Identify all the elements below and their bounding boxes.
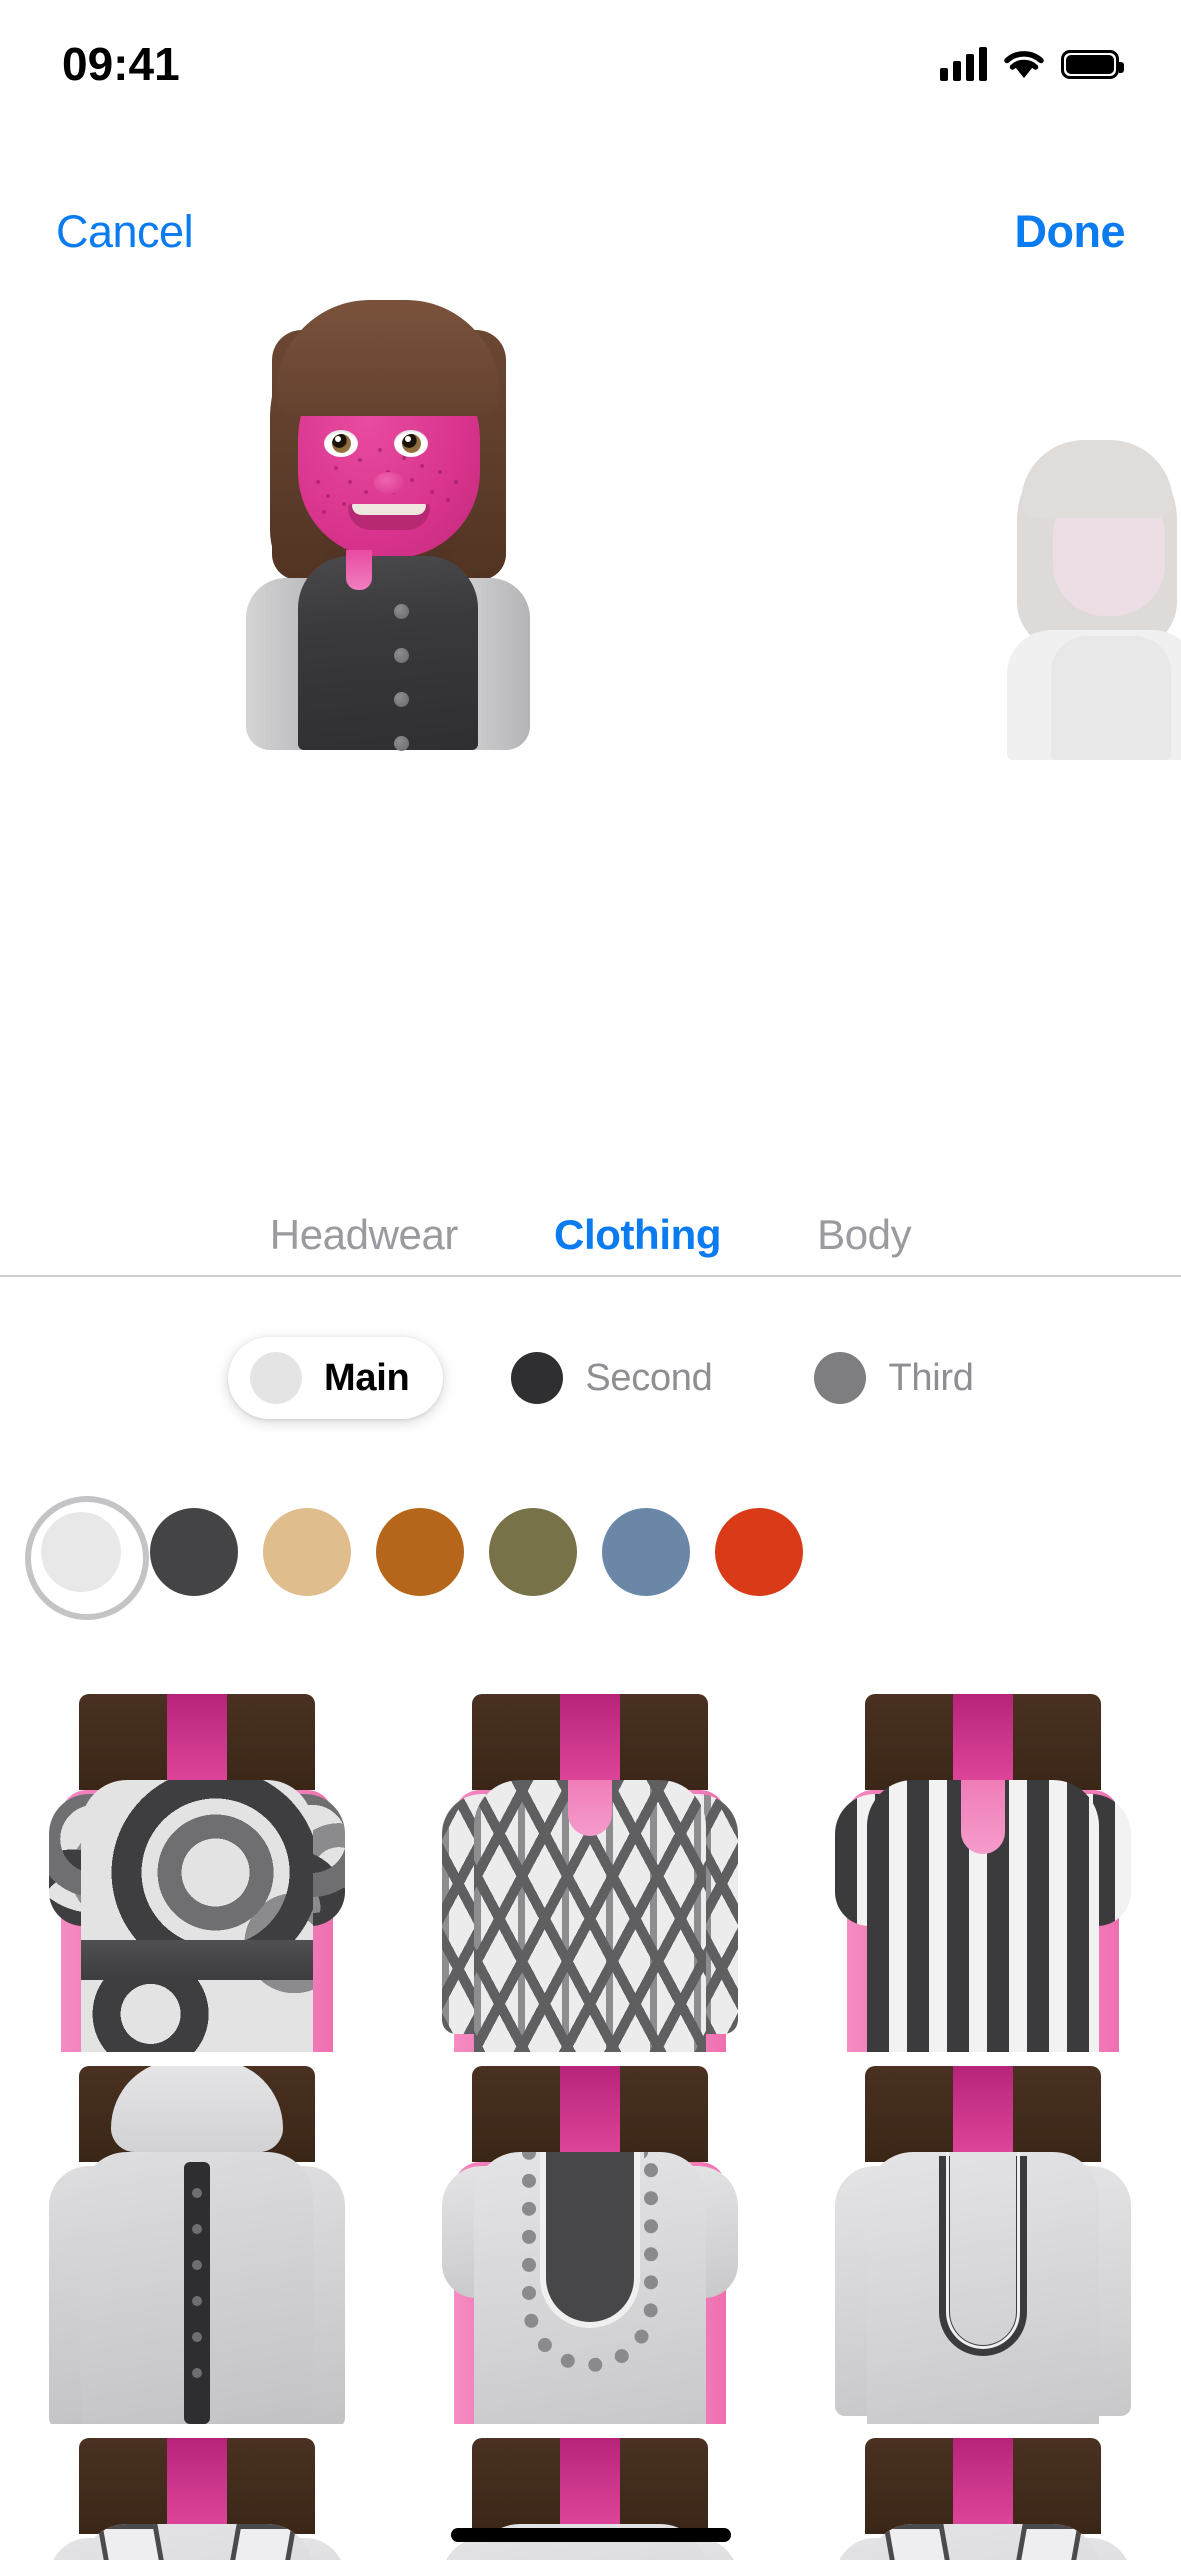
- memoji-editor-screen: 09:41 Cancel Done Headwear Clothing Body…: [0, 0, 1181, 2560]
- category-tabs: Headwear Clothing Body: [0, 1196, 1181, 1274]
- layer-label-main: Main: [324, 1356, 410, 1399]
- tab-clothing[interactable]: Clothing: [554, 1211, 721, 1259]
- swatch-fill: [488, 1508, 577, 1596]
- clothing-item-hooded-button-jacket[interactable]: [0, 2052, 393, 2424]
- clothing-thumbnail: [412, 1694, 768, 2052]
- clothing-item-lapel-robe-a[interactable]: [0, 2424, 393, 2560]
- clothing-thumbnail: [19, 1694, 375, 2052]
- swatch-fill: [714, 1508, 803, 1596]
- collar: [346, 550, 372, 590]
- ghost-vest: [1051, 636, 1171, 760]
- status-bar-icons: [940, 47, 1124, 81]
- layer-option-main[interactable]: Main: [228, 1337, 444, 1419]
- tab-body[interactable]: Body: [817, 1211, 912, 1259]
- color-swatch-red-orange[interactable]: [702, 1472, 815, 1632]
- vest: [298, 556, 478, 751]
- swatch-fill: [375, 1508, 464, 1596]
- tab-headwear[interactable]: Headwear: [270, 1211, 459, 1259]
- cancel-button[interactable]: Cancel: [56, 206, 194, 258]
- hair-bangs: [276, 300, 500, 416]
- color-swatch-rust[interactable]: [363, 1472, 476, 1632]
- color-swatch-olive[interactable]: [476, 1472, 589, 1632]
- clothing-thumbnail: [19, 2438, 375, 2560]
- layer-label-second: Second: [585, 1356, 713, 1399]
- clothing-item-outlined-placket-tunic[interactable]: [786, 2052, 1179, 2424]
- hood: [110, 2066, 283, 2152]
- clothing-item-vertical-stripe-vneck-top[interactable]: [786, 1680, 1179, 2052]
- clothing-row: [0, 1680, 1181, 2052]
- layer-swatch-second: [511, 1352, 564, 1404]
- memoji-figure: [228, 300, 548, 751]
- eye-right: [394, 430, 428, 457]
- clothing-item-lapel-robe-c[interactable]: [786, 2424, 1179, 2560]
- home-indicator[interactable]: [450, 2528, 731, 2542]
- color-swatch-row[interactable]: [0, 1448, 1181, 1656]
- wifi-icon: [1004, 51, 1044, 78]
- avatar[interactable]: [228, 300, 548, 751]
- clothing-thumbnail: [412, 2066, 768, 2424]
- color-swatch-tan[interactable]: [250, 1472, 363, 1632]
- status-bar-time: 09:41: [62, 38, 180, 90]
- status-bar: 09:41: [0, 0, 1181, 100]
- color-layer-picker: Main Second Third: [0, 1330, 1181, 1426]
- swatch-fill: [40, 1512, 121, 1592]
- clothing-row: [0, 2052, 1181, 2424]
- swatch-fill: [601, 1508, 690, 1596]
- color-swatch-charcoal[interactable]: [137, 1472, 250, 1632]
- memoji-next-preview[interactable]: [1007, 440, 1181, 760]
- clothing-item-swirl-print-belted-dress[interactable]: [0, 1680, 393, 2052]
- layer-swatch-third: [814, 1352, 867, 1404]
- eye-left: [324, 430, 358, 457]
- clothing-item-embellished-dot-trim-tunic[interactable]: [393, 2052, 786, 2424]
- torso: [246, 550, 530, 751]
- clothing-grid[interactable]: [0, 1680, 1181, 2560]
- swatch-fill: [149, 1508, 238, 1596]
- swatch-fill: [262, 1508, 351, 1596]
- color-swatch-steel-blue[interactable]: [589, 1472, 702, 1632]
- clothing-thumbnail: [805, 2066, 1161, 2424]
- avatar-stage[interactable]: [0, 300, 1181, 760]
- done-button[interactable]: Done: [1015, 206, 1126, 258]
- mouth: [348, 504, 430, 530]
- layer-option-third[interactable]: Third: [792, 1337, 1007, 1419]
- navigation-bar: Cancel Done: [0, 186, 1181, 278]
- battery-full-icon: [1061, 49, 1124, 79]
- clothing-thumbnail: [805, 2438, 1161, 2560]
- layer-swatch-main: [250, 1352, 302, 1404]
- color-swatch-white[interactable]: [24, 1472, 149, 1632]
- clothing-item-geometric-leaf-print-top[interactable]: [393, 1680, 786, 2052]
- ghost-bangs: [1021, 440, 1173, 518]
- nose: [374, 472, 404, 494]
- layer-label-third: Third: [888, 1356, 974, 1399]
- clothing-thumbnail: [19, 2066, 375, 2424]
- signal-bars-icon: [940, 47, 987, 81]
- tab-divider: [0, 1275, 1181, 1277]
- layer-option-second[interactable]: Second: [489, 1337, 746, 1419]
- clothing-thumbnail: [805, 1694, 1161, 2052]
